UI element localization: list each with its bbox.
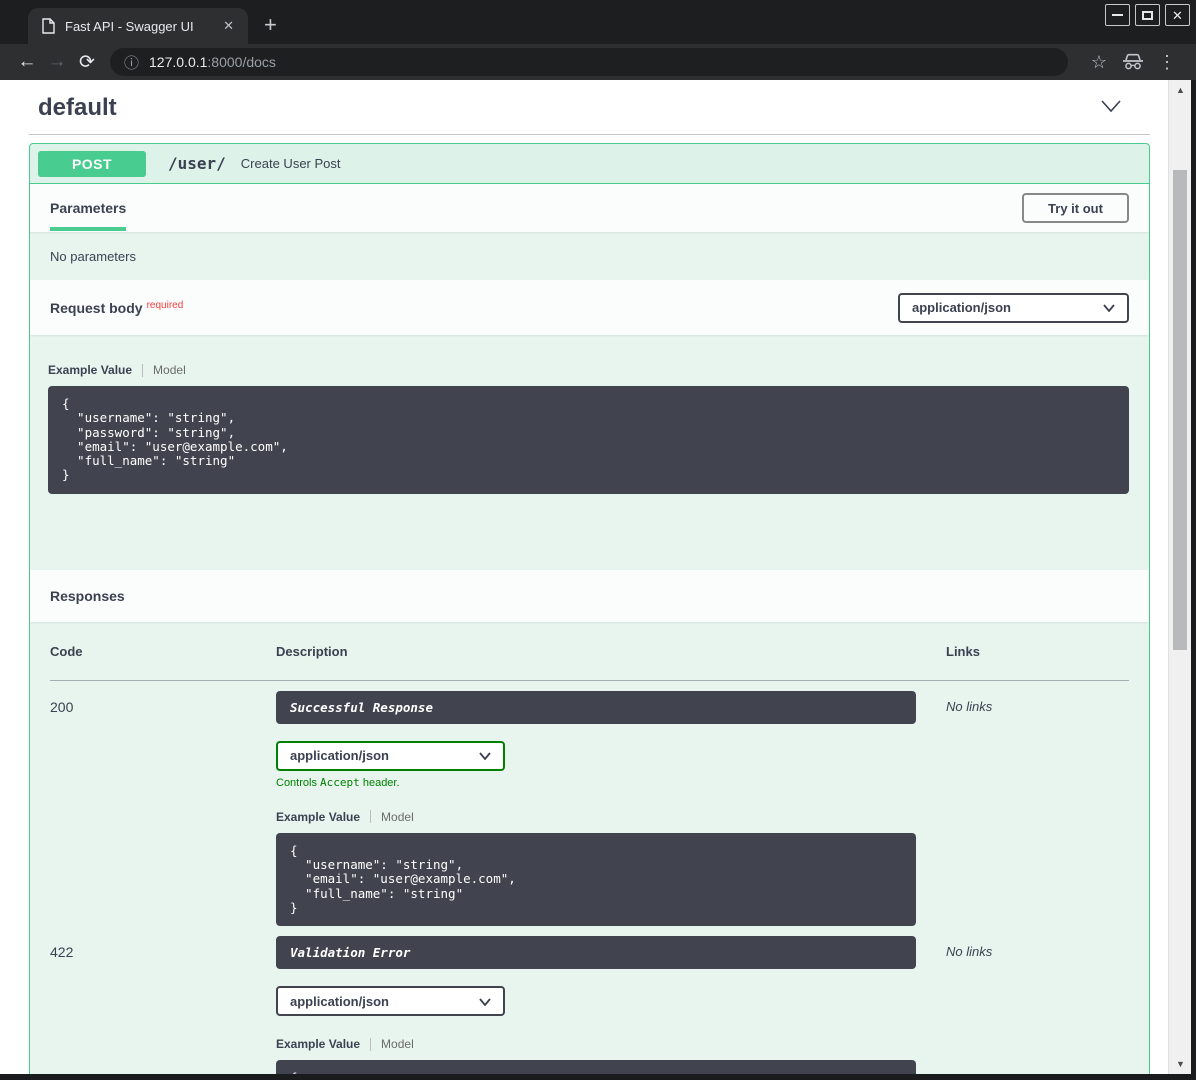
parameters-header: Parameters Try it out	[30, 184, 1149, 232]
tab-example-value[interactable]: Example Value	[48, 363, 132, 377]
tab-model[interactable]: Model	[381, 810, 414, 824]
scroll-down-icon[interactable]: ▼	[1169, 1056, 1192, 1072]
new-tab-button[interactable]: +	[264, 12, 277, 38]
responses-table-header: Code Description Links	[50, 644, 1129, 681]
response-media-type-value: application/json	[290, 994, 389, 1009]
no-parameters-text: No parameters	[30, 232, 1149, 280]
response-links: No links	[946, 936, 1128, 1080]
response-media-type-select-422[interactable]: application/json	[276, 986, 505, 1016]
url-host: 127.0.0.1	[149, 54, 207, 70]
window-controls: ✕	[1105, 4, 1190, 26]
responses-table: Code Description Links 200 Successful Re…	[30, 622, 1149, 1080]
responses-header: Responses	[30, 570, 1149, 622]
chevron-down-icon	[479, 994, 491, 1009]
maximize-icon	[1142, 11, 1153, 20]
accept-header-note: Controls Accept header.	[276, 776, 946, 789]
example-model-tabs: Example Value Model	[276, 1037, 946, 1051]
tab-strip: Fast API - Swagger UI ✕ +	[0, 0, 1196, 44]
tag-section-header: default	[29, 80, 1150, 135]
tab-parameters[interactable]: Parameters	[50, 200, 126, 216]
tab-close-icon[interactable]: ✕	[219, 18, 238, 34]
tab-divider	[370, 810, 371, 823]
response-row-200: 200 Successful Response application/json…	[50, 691, 1129, 926]
request-body-header: Request body required application/json	[30, 280, 1149, 335]
endpoint-description: Create User Post	[241, 156, 341, 171]
incognito-icon	[1116, 53, 1150, 71]
response-code: 422	[50, 936, 276, 1080]
menu-dots-icon[interactable]: ⋮	[1150, 52, 1184, 73]
endpoint-summary[interactable]: POST /user/ Create User Post	[30, 144, 1149, 184]
column-header-description: Description	[276, 644, 946, 659]
window-frame-right	[1191, 80, 1196, 1080]
response-description-text: Successful Response	[290, 700, 433, 715]
accept-note-suffix: header.	[360, 777, 400, 789]
browser-chrome: Fast API - Swagger UI ✕ + ✕ ← → ⟳ ⓘ 127.…	[0, 0, 1196, 80]
scrollbar[interactable]: ▲ ▼	[1168, 80, 1191, 1074]
response-media-type-select-200[interactable]: application/json	[276, 741, 505, 771]
back-icon[interactable]: ←	[12, 51, 42, 73]
method-badge: POST	[38, 151, 146, 177]
request-body-section: Example Value Model { "username": "strin…	[30, 335, 1149, 570]
accept-note-code: Accept	[320, 776, 360, 789]
swagger-page: default POST /user/ Create User Post Par…	[0, 80, 1196, 1080]
response-links: No links	[946, 691, 1128, 926]
tab-divider	[142, 364, 143, 377]
request-media-type-select[interactable]: application/json	[898, 293, 1129, 323]
request-example-code: { "username": "string", "password": "str…	[48, 386, 1129, 494]
request-body-label: Request body	[50, 300, 143, 316]
close-icon: ✕	[1172, 9, 1183, 22]
response-description-bar: Successful Response	[276, 691, 916, 724]
reload-icon[interactable]: ⟳	[72, 51, 102, 74]
example-model-tabs: Example Value Model	[48, 363, 1129, 377]
page-icon	[42, 18, 55, 34]
column-header-links: Links	[946, 644, 1128, 659]
window-frame-bottom	[0, 1074, 1196, 1080]
tab-example-value[interactable]: Example Value	[276, 1037, 360, 1051]
collapse-chevron-icon[interactable]	[1100, 99, 1122, 118]
scrollbar-thumb[interactable]	[1173, 170, 1187, 650]
chevron-down-icon	[1103, 300, 1115, 315]
opblock-post-user: POST /user/ Create User Post Parameters …	[29, 143, 1150, 1080]
response-description-bar: Validation Error	[276, 936, 916, 969]
site-info-icon[interactable]: ⓘ	[124, 52, 139, 73]
maximize-button[interactable]	[1135, 4, 1160, 26]
response-media-type-value: application/json	[290, 748, 389, 763]
response-code: 200	[50, 691, 276, 926]
minimize-icon	[1112, 14, 1123, 16]
close-button[interactable]: ✕	[1165, 4, 1190, 26]
browser-toolbar: ← → ⟳ ⓘ 127.0.0.1 :8000/docs ☆ ⋮	[0, 44, 1196, 80]
forward-icon[interactable]: →	[42, 51, 72, 73]
tab-example-value[interactable]: Example Value	[276, 810, 360, 824]
response-description-text: Validation Error	[290, 945, 410, 960]
responses-label: Responses	[50, 588, 125, 604]
endpoint-path: /user/	[168, 154, 226, 173]
required-badge: required	[147, 300, 184, 311]
accept-note-prefix: Controls	[276, 777, 320, 789]
url-path: :8000/docs	[207, 54, 276, 70]
tag-title[interactable]: default	[38, 94, 117, 122]
response-example-code-200: { "username": "string", "email": "user@e…	[276, 833, 916, 926]
response-row-422: 422 Validation Error application/json	[50, 936, 1129, 1080]
tab-model[interactable]: Model	[153, 363, 186, 377]
address-bar[interactable]: ⓘ 127.0.0.1 :8000/docs	[110, 48, 1068, 76]
tab-model[interactable]: Model	[381, 1037, 414, 1051]
example-model-tabs: Example Value Model	[276, 810, 946, 824]
tab-title: Fast API - Swagger UI	[65, 19, 219, 34]
bookmark-star-icon[interactable]: ☆	[1082, 52, 1116, 73]
scroll-up-icon[interactable]: ▲	[1169, 82, 1192, 98]
browser-tab[interactable]: Fast API - Swagger UI ✕	[28, 8, 248, 44]
chevron-down-icon	[479, 748, 491, 763]
tab-divider	[370, 1038, 371, 1051]
minimize-button[interactable]	[1105, 4, 1130, 26]
request-media-type-value: application/json	[912, 300, 1011, 315]
try-it-out-button[interactable]: Try it out	[1022, 193, 1129, 223]
column-header-code: Code	[50, 644, 276, 659]
